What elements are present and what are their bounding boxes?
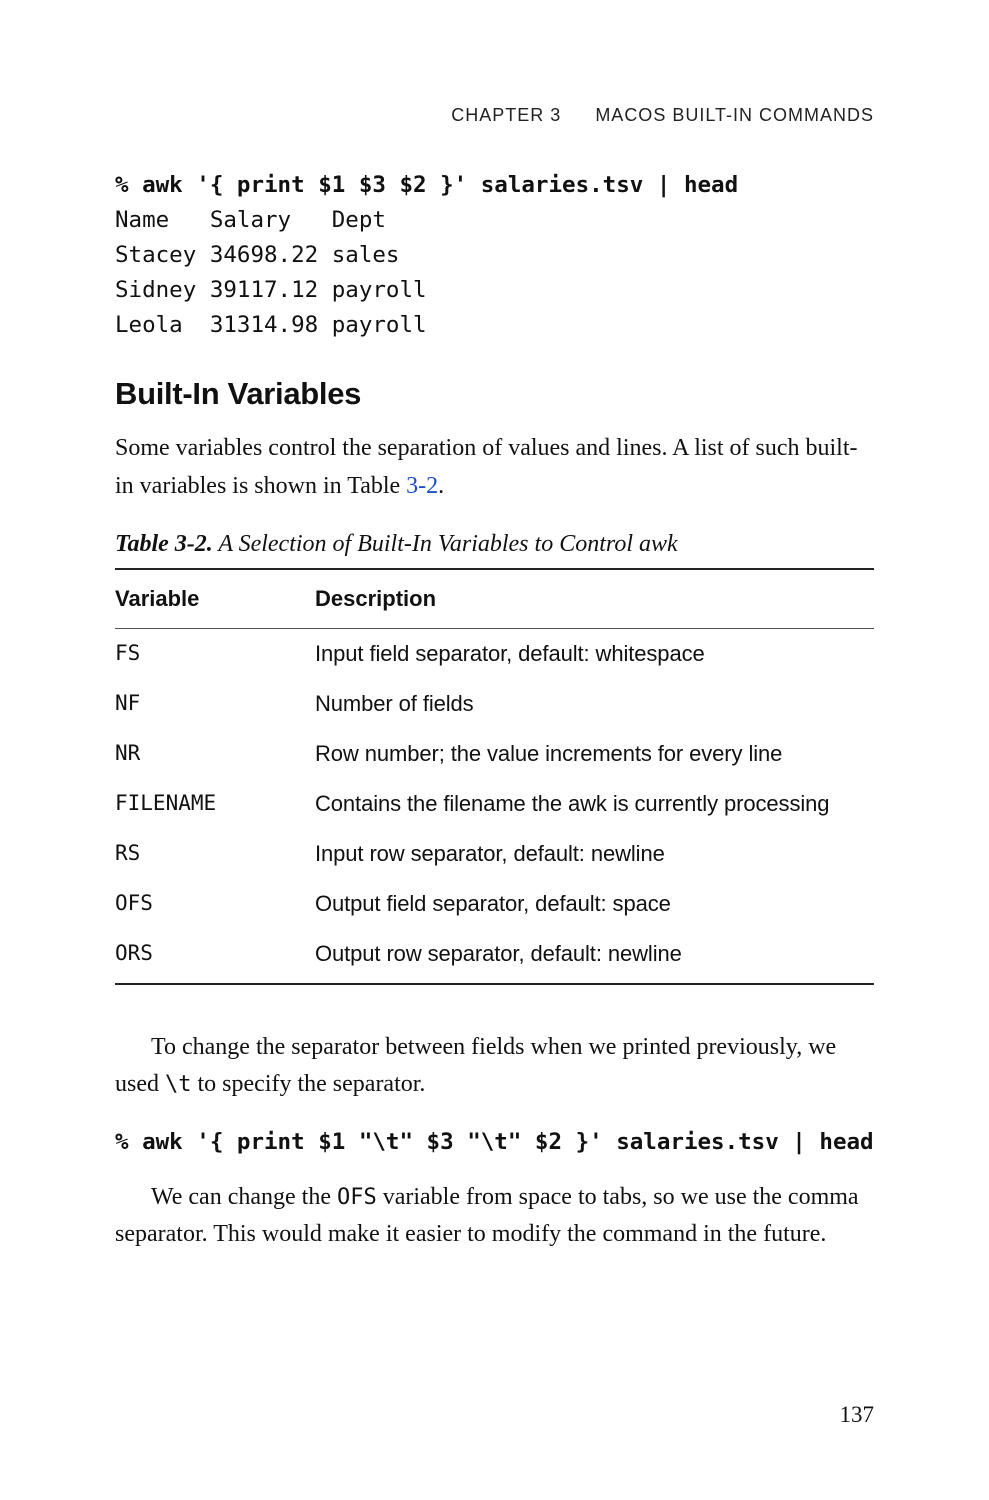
table-row: FS Input field separator, default: white…	[115, 628, 874, 679]
running-head: CHAPTER 3 MACOS BUILT-IN COMMANDS	[115, 105, 874, 126]
var-desc: Output field separator, default: space	[315, 879, 874, 929]
table-row: FILENAME Contains the filename the awk i…	[115, 779, 874, 829]
table-row: NR Row number; the value increments for …	[115, 729, 874, 779]
paragraph-ofs: We can change the OFS variable from spac…	[115, 1179, 874, 1253]
table-header-row: Variable Description	[115, 569, 874, 629]
inline-code: OFS	[337, 1185, 377, 1210]
chapter-label: CHAPTER 3	[451, 105, 561, 125]
shell-output: Name Salary Dept Stacey 34698.22 sales S…	[115, 207, 427, 338]
var-desc: Input field separator, default: whitespa…	[315, 628, 874, 679]
var-name: NF	[115, 679, 315, 729]
table-row: RS Input row separator, default: newline	[115, 829, 874, 879]
col-header-variable: Variable	[115, 569, 315, 629]
table-row: ORS Output row separator, default: newli…	[115, 929, 874, 984]
col-header-description: Description	[315, 569, 874, 629]
table-caption-label: Table 3-2.	[115, 531, 213, 557]
var-desc: Input row separator, default: newline	[315, 829, 874, 879]
book-page: CHAPTER 3 MACOS BUILT-IN COMMANDS % awk …	[0, 0, 989, 1500]
var-name: NR	[115, 729, 315, 779]
shell-command: % awk '{ print $1 $3 $2 }' salaries.tsv …	[115, 172, 738, 198]
chapter-title: MACOS BUILT-IN COMMANDS	[595, 105, 874, 125]
table-caption-text: A Selection of Built-In Variables to Con…	[213, 531, 678, 557]
var-name: FS	[115, 628, 315, 679]
paragraph-intro: Some variables control the separation of…	[115, 430, 874, 504]
var-name: ORS	[115, 929, 315, 984]
builtin-variables-table: Variable Description FS Input field sepa…	[115, 568, 874, 985]
var-desc: Contains the filename the awk is current…	[315, 779, 874, 829]
table-ref-link[interactable]: 3-2	[406, 473, 438, 499]
table-row: NF Number of fields	[115, 679, 874, 729]
var-desc: Row number; the value increments for eve…	[315, 729, 874, 779]
code-line-awk-ofs: % awk '{ print $1 "\t" $3 "\t" $2 }' sal…	[115, 1129, 874, 1155]
inline-code: \t	[165, 1072, 192, 1097]
page-number: 137	[840, 1402, 875, 1428]
var-name: FILENAME	[115, 779, 315, 829]
section-heading: Built-In Variables	[115, 376, 874, 412]
var-desc: Number of fields	[315, 679, 874, 729]
var-name: OFS	[115, 879, 315, 929]
var-desc: Output row separator, default: newline	[315, 929, 874, 984]
code-block-awk-print: % awk '{ print $1 $3 $2 }' salaries.tsv …	[115, 168, 874, 342]
paragraph-separator: To change the separator between fields w…	[115, 1029, 874, 1103]
var-name: RS	[115, 829, 315, 879]
table-row: OFS Output field separator, default: spa…	[115, 879, 874, 929]
table-caption: Table 3-2. A Selection of Built-In Varia…	[115, 531, 874, 558]
